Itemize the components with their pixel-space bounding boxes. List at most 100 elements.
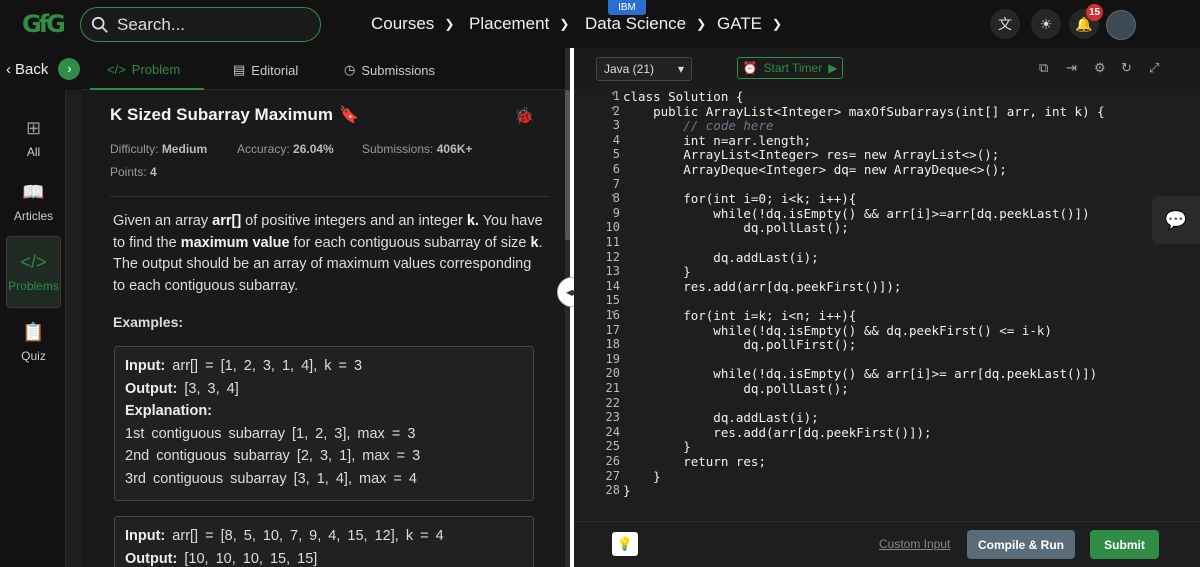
export-icon[interactable]: ⇥ bbox=[1066, 60, 1077, 76]
nav-courses-label: Courses bbox=[371, 14, 435, 33]
example-input: Input: arr[] = [1, 2, 3, 1, 4], k = 3 bbox=[125, 355, 523, 378]
accuracy-label: Accuracy: bbox=[237, 142, 290, 156]
chat-icon[interactable]: 💬 bbox=[1152, 196, 1200, 244]
desc-bold: k bbox=[530, 234, 539, 251]
output-value: [3, 3, 4] bbox=[184, 380, 239, 397]
explanation-line: 2nd contiguous subarray [2, 3, 1], max =… bbox=[125, 448, 421, 464]
code-line: while(!dq.isEmpty() && dq.peekFirst() <=… bbox=[623, 322, 1052, 338]
grid-icon: ⊞ bbox=[25, 117, 42, 138]
rail-item-articles[interactable]: 📖 Articles bbox=[6, 166, 61, 238]
play-icon: ▶ bbox=[828, 61, 838, 75]
code-line: ArrayDeque<Integer> dq= new ArrayDeque<>… bbox=[623, 162, 1007, 177]
rail-item-quiz[interactable]: 📋 Quiz bbox=[6, 306, 61, 378]
nav-courses[interactable]: Courses ❯ bbox=[371, 14, 454, 34]
divider bbox=[110, 196, 550, 197]
explanation-label: Explanation: bbox=[125, 400, 523, 423]
explanation-line: 1st contiguous subarray [1, 2, 3], max =… bbox=[125, 425, 416, 442]
language-label: Java (21) bbox=[604, 62, 655, 76]
submissions-value: 406K+ bbox=[436, 142, 473, 156]
translate-icon[interactable]: 文 bbox=[990, 9, 1020, 39]
back-button[interactable]: ‹ Back › bbox=[0, 48, 82, 90]
code-line: dq.pollLast(); bbox=[623, 381, 849, 396]
rail-item-quiz-label: Quiz bbox=[21, 348, 46, 363]
chevron-down-icon: ❯ bbox=[696, 17, 707, 31]
gfg-logo[interactable]: GfG bbox=[22, 10, 72, 38]
settings-icon[interactable]: ⚙ bbox=[1094, 60, 1106, 76]
rail-item-articles-label: Articles bbox=[13, 208, 54, 223]
code-line: } bbox=[623, 468, 661, 484]
tab-editorial[interactable]: ▤ Editorial bbox=[233, 62, 298, 78]
tab-submissions[interactable]: ◷ Submissions bbox=[344, 62, 435, 78]
fullscreen-icon[interactable]: ⤢ bbox=[1149, 60, 1159, 76]
chevron-down-icon: ❯ bbox=[559, 17, 570, 31]
start-timer-button[interactable]: ⏰ Start Timer ▶ bbox=[737, 57, 843, 79]
desc-text: of positive integers and an integer bbox=[241, 213, 467, 229]
nav-placement-label: Placement bbox=[469, 14, 550, 33]
expand-icon[interactable]: › bbox=[58, 58, 81, 80]
submit-button[interactable]: Submit bbox=[1090, 530, 1159, 559]
line-number: 23 bbox=[605, 410, 620, 425]
submissions: Submissions: 406K+ bbox=[362, 142, 472, 156]
code-line: res.add(arr[dq.peekFirst()]); bbox=[623, 278, 902, 294]
difficulty-value: Medium bbox=[161, 142, 208, 156]
book-icon: 📖 bbox=[22, 181, 45, 202]
chevron-left-icon: ‹ bbox=[6, 60, 11, 78]
alarm-icon: ⏰ bbox=[742, 61, 758, 75]
lightbulb-icon[interactable]: 💡 bbox=[612, 532, 638, 556]
line-number: 21 bbox=[605, 381, 620, 395]
fold-icon[interactable]: ▼ bbox=[610, 310, 617, 317]
input-value: arr[] = [1, 2, 3, 1, 4], k = 3 bbox=[172, 358, 363, 374]
fold-icon[interactable]: ▼ bbox=[610, 193, 617, 200]
rail-item-all[interactable]: ⊞ All bbox=[6, 102, 61, 174]
line-number: 4 bbox=[612, 132, 620, 147]
search-box[interactable] bbox=[80, 7, 321, 42]
line-number: 17 bbox=[605, 322, 620, 337]
reset-icon[interactable]: ↻ bbox=[1121, 60, 1132, 76]
tab-editorial-label: Editorial bbox=[251, 62, 299, 78]
desc-text: Given an array bbox=[113, 213, 213, 229]
search-input[interactable] bbox=[117, 14, 297, 35]
language-select[interactable]: Java (21) ▾ bbox=[596, 57, 692, 81]
copy-icon[interactable]: ⧉ bbox=[1039, 60, 1048, 76]
code-line: ArrayList<Integer> res= new ArrayList<>(… bbox=[623, 147, 1000, 163]
fold-icon[interactable]: ▼ bbox=[610, 106, 617, 113]
chevron-down-icon: ❯ bbox=[444, 17, 455, 31]
code-icon: </> bbox=[20, 251, 47, 272]
nav-placement[interactable]: Placement ❯ bbox=[469, 14, 569, 34]
code-line: for(int i=k; i<n; i++){ bbox=[623, 308, 857, 323]
difficulty-label: Difficulty: bbox=[110, 142, 159, 156]
line-number: 13 bbox=[605, 264, 620, 279]
line-number: 7 bbox=[612, 176, 620, 191]
rail-item-problems[interactable]: </> Problems bbox=[6, 236, 61, 308]
input-label: Input: bbox=[125, 358, 166, 374]
theme-icon[interactable]: ☀ bbox=[1031, 9, 1061, 39]
chevron-down-icon: ❯ bbox=[772, 17, 783, 31]
points-value: 4 bbox=[150, 165, 157, 179]
caret-down-icon: ▾ bbox=[677, 62, 684, 76]
line-number: 12 bbox=[605, 249, 620, 264]
example-output: Output: [3, 3, 4] bbox=[125, 378, 523, 401]
bookmark-icon[interactable]: 🔖 bbox=[339, 105, 359, 125]
rail-item-problems-label: Problems bbox=[8, 278, 59, 293]
fold-icon[interactable]: ▼ bbox=[610, 91, 617, 98]
nav-gate[interactable]: GATE ❯ bbox=[717, 14, 782, 34]
nav-data-science[interactable]: Data Science ❯ bbox=[585, 14, 706, 34]
compile-run-button[interactable]: Compile & Run bbox=[967, 530, 1075, 559]
line-number: 26 bbox=[605, 454, 620, 468]
code-line: dq.addLast(i); bbox=[623, 249, 819, 265]
ibm-badge: IBM bbox=[608, 0, 646, 15]
custom-input-link[interactable]: Custom Input bbox=[879, 537, 950, 551]
avatar[interactable] bbox=[1106, 10, 1136, 40]
line-number: 19 bbox=[605, 351, 620, 366]
examples-heading: Examples: bbox=[113, 314, 184, 330]
code-line: // code here bbox=[623, 118, 774, 134]
bug-report-icon[interactable]: 🐞 bbox=[514, 106, 534, 126]
explanation-line: 3rd contiguous subarray [3, 1, 4], max =… bbox=[125, 470, 417, 487]
nav-data-science-label: Data Science bbox=[585, 14, 687, 33]
problem-title: K Sized Subarray Maximum 🔖 bbox=[110, 105, 359, 125]
output-value: [10, 10, 10, 15, 15] bbox=[184, 550, 318, 567]
tab-submissions-label: Submissions bbox=[361, 62, 436, 78]
code-line: while(!dq.isEmpty() && arr[i]>= arr[dq.p… bbox=[623, 366, 1098, 382]
accuracy-value: 26.04% bbox=[293, 142, 334, 156]
tab-problem[interactable]: </> Problem bbox=[107, 62, 180, 77]
